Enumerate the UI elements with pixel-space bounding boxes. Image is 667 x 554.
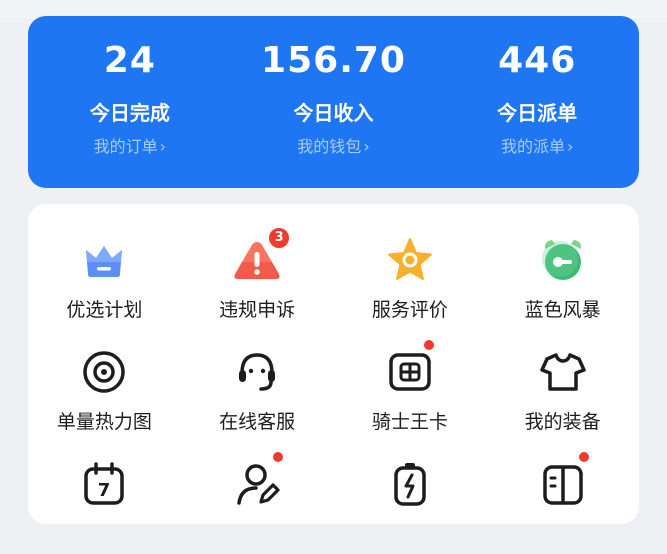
link-text: 我的钱包 [297,137,362,156]
menu-item-my-equipment[interactable]: 我的装备 [486,346,639,442]
calendar-day: 7 [98,480,111,501]
crown-icon [78,234,130,286]
menu-item-service-rating[interactable]: 服务评价 [334,234,487,330]
star-icon [384,234,436,286]
menu-item-order-heatmap[interactable]: 单量热力图 [28,346,181,442]
battery-icon [384,458,436,510]
notification-dot [423,340,434,350]
calendar-icon: 7 [78,458,130,510]
menu-item-handbook[interactable] [486,452,639,554]
stat-label: 今日完成 [89,101,170,125]
link-text: 我的派单 [500,137,565,156]
menu-grid: 优选计划 3 违规申诉 服务评价 蓝色风暴 单量热力图 在线客服 骑士王卡 我的… [28,226,639,554]
menu-item-label: 蓝色风暴 [524,299,601,321]
menu-item-online-service[interactable]: 在线客服 [181,346,334,442]
stat-label: 今日派单 [497,101,578,125]
menu-item-label: 单量热力图 [56,411,152,433]
headset-icon [231,346,283,398]
menu-item-label: 在线客服 [219,411,296,433]
book-icon [537,452,589,510]
menu-item-label: 违规申诉 [219,299,296,321]
stat-completed[interactable]: 24 今日完成 我的订单 › [28,16,232,188]
warning-icon: 3 [231,226,292,286]
stat-label: 今日收入 [293,101,374,125]
menu-item-label: 优选计划 [66,299,143,321]
sim-card-icon [384,340,436,398]
stats-card: 24 今日完成 我的订单 › 156.70 今日收入 我的钱包 › 446 今日派单… [28,16,639,188]
menu-item-violation-appeal[interactable]: 3 违规申诉 [181,226,334,330]
menu-item-rider-card[interactable]: 骑士王卡 [334,340,487,442]
menu-item-calendar[interactable]: 7 [28,458,181,554]
my-dispatch-link[interactable]: 我的派单 › [501,136,573,158]
menu-panel: 优选计划 3 违规申诉 服务评价 蓝色风暴 单量热力图 在线客服 骑士王卡 我的… [28,204,639,524]
menu-item-label: 我的装备 [524,411,601,433]
my-wallet-link[interactable]: 我的钱包 › [297,136,369,158]
shirt-icon [537,346,589,398]
target-icon [78,346,130,398]
user-edit-icon [231,452,284,510]
menu-item-blue-storm[interactable]: 蓝色风暴 [486,234,639,330]
chevron-right-icon: › [363,137,370,156]
chevron-right-icon: › [159,137,167,156]
menu-item-battery[interactable] [334,458,487,554]
stat-dispatch[interactable]: 446 今日派单 我的派单 › [435,16,639,188]
menu-item-profile-edit[interactable] [181,452,334,554]
link-text: 我的订单 [93,137,158,156]
notification-dot [273,452,284,462]
menu-item-label: 服务评价 [371,299,448,321]
menu-item-preferred-plan[interactable]: 优选计划 [28,234,181,330]
stat-income[interactable]: 156.70 今日收入 我的钱包 › [232,16,436,188]
stat-value: 446 [498,40,577,81]
stat-value: 24 [103,40,156,81]
menu-item-label: 骑士王卡 [371,411,448,433]
my-orders-link[interactable]: 我的订单 › [94,136,166,158]
stat-value: 156.70 [261,40,406,81]
notification-badge: 3 [267,226,292,250]
notification-dot [578,452,589,462]
chevron-right-icon: › [566,137,574,156]
alarm-clock-icon [537,234,589,286]
